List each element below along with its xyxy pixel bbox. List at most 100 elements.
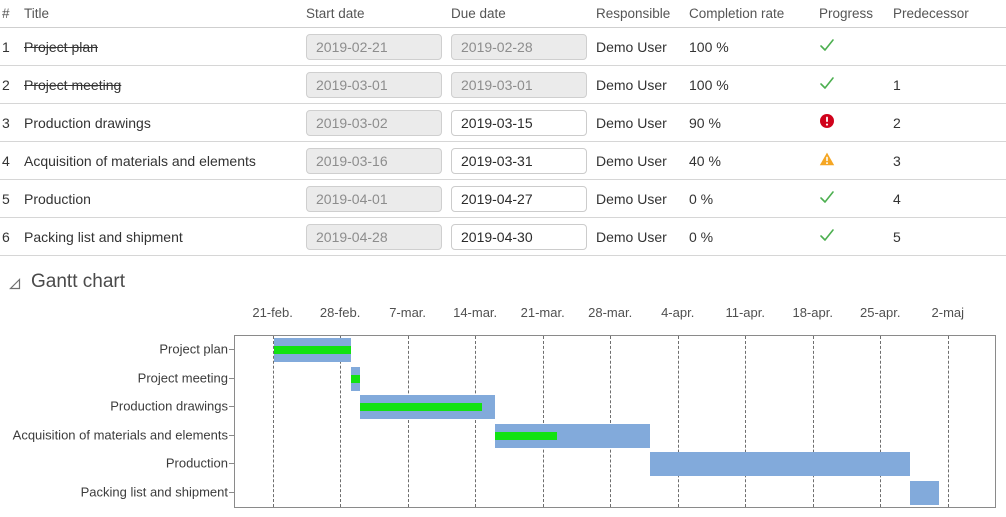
progress-status-cell bbox=[819, 189, 893, 208]
table-row: 1Project plan Demo User 100 % bbox=[0, 28, 1006, 66]
gantt-row-label: Production drawings bbox=[110, 398, 228, 414]
gantt-task-bar[interactable] bbox=[910, 480, 940, 505]
gantt-row-tick bbox=[229, 406, 235, 408]
check-icon bbox=[819, 77, 835, 94]
gantt-task-bar[interactable] bbox=[495, 423, 650, 448]
completion-rate: 100 % bbox=[689, 38, 729, 55]
due-date-cell bbox=[451, 33, 596, 60]
start-date-cell bbox=[306, 185, 451, 212]
row-number: 3 bbox=[2, 114, 10, 131]
gantt-task-bar[interactable] bbox=[273, 338, 351, 363]
table-row: 5Production Demo User 0 % 4 bbox=[0, 180, 1006, 218]
row-number: 4 bbox=[2, 152, 10, 169]
task-title[interactable]: Project meeting bbox=[14, 77, 306, 93]
task-title[interactable]: Packing list and shipment bbox=[14, 229, 306, 245]
check-icon bbox=[819, 39, 835, 56]
responsible-user: Demo User bbox=[596, 114, 667, 131]
table-body: 1Project planDemo User100 %2Project meet… bbox=[0, 28, 1006, 256]
gantt-task-bar[interactable] bbox=[350, 366, 361, 391]
due-date-cell bbox=[451, 147, 596, 174]
gantt-task-bar[interactable] bbox=[649, 452, 911, 477]
gantt-gridline bbox=[407, 336, 409, 507]
progress-status-cell bbox=[819, 113, 893, 132]
gantt-row-label: Packing list and shipment bbox=[80, 484, 228, 500]
gantt-gridline bbox=[475, 336, 477, 507]
gantt-task-progress-bar bbox=[350, 374, 361, 383]
row-number: 5 bbox=[2, 190, 10, 207]
table-row: 6Packing list and shipment Demo User 0 % 5 bbox=[0, 218, 1006, 256]
due-date-input bbox=[451, 71, 587, 98]
due-date-input[interactable] bbox=[451, 185, 587, 212]
axis-tick-label: 2-maj bbox=[931, 305, 965, 320]
progress-status-cell bbox=[819, 151, 893, 170]
gantt-gridline bbox=[745, 336, 747, 507]
gantt-axis-labels: 21-feb. 28-feb. 7-mar. 14-mar. 21-mar. 28-mar… bbox=[0, 305, 1006, 374]
predecessor: 5 bbox=[893, 228, 901, 245]
task-title[interactable]: Production bbox=[14, 191, 306, 207]
gantt-gridline bbox=[947, 336, 949, 507]
check-icon bbox=[819, 229, 835, 246]
column-header-start-date: Start date bbox=[306, 6, 365, 21]
column-header-completion-rate: Completion rate bbox=[689, 6, 785, 21]
column-header-number: # bbox=[2, 6, 10, 21]
triangle-collapse-icon[interactable] bbox=[8, 275, 22, 290]
axis-tick-label: 18-apr. bbox=[792, 305, 833, 320]
task-title[interactable]: Acquisition of materials and elements bbox=[14, 153, 306, 169]
gantt-gridline bbox=[677, 336, 679, 507]
start-date-input bbox=[306, 33, 442, 60]
table-row: 4Acquisition of materials and elements De… bbox=[0, 142, 1006, 180]
start-date-input bbox=[306, 109, 442, 136]
gantt-row-labels: Project plan Project meeting Production dr… bbox=[0, 335, 228, 508]
axis-tick-label: 28-mar. bbox=[588, 305, 633, 320]
table-header-row: # Title Start date Due date Responsible … bbox=[0, 0, 1006, 28]
progress-status-cell bbox=[819, 37, 893, 56]
gantt-row-label: Production bbox=[165, 455, 228, 471]
gantt-row-tick bbox=[229, 377, 235, 379]
column-header-responsible: Responsible bbox=[596, 6, 671, 21]
due-date-input[interactable] bbox=[451, 109, 587, 136]
gantt-section-title: Gantt chart bbox=[31, 271, 125, 292]
completion-rate: 0 % bbox=[689, 228, 714, 245]
axis-tick-label: 11-apr. bbox=[725, 305, 765, 320]
axis-tick-label: 21-feb. bbox=[252, 305, 293, 320]
row-number: 1 bbox=[2, 38, 10, 55]
task-table: # Title Start date Due date Responsible … bbox=[0, 0, 1006, 256]
axis-tick-label: 7-mar. bbox=[389, 305, 427, 320]
alert-icon bbox=[819, 114, 835, 132]
gantt-task-progress-bar bbox=[495, 431, 558, 440]
completion-rate: 40 % bbox=[689, 152, 721, 169]
row-number: 2 bbox=[2, 76, 10, 93]
axis-tick-label: 28-feb. bbox=[319, 305, 361, 320]
table-row: 3Production drawings Demo User 90 % 2 bbox=[0, 104, 1006, 142]
due-date-cell bbox=[451, 109, 596, 136]
completion-rate: 100 % bbox=[689, 76, 729, 93]
completion-rate: 0 % bbox=[689, 190, 714, 207]
progress-status-cell bbox=[819, 227, 893, 246]
warning-icon bbox=[819, 152, 835, 170]
row-number: 6 bbox=[2, 228, 10, 245]
axis-tick-label: 21-mar. bbox=[520, 305, 565, 320]
predecessor: 1 bbox=[893, 76, 901, 93]
due-date-input[interactable] bbox=[451, 147, 587, 174]
task-title[interactable]: Project plan bbox=[14, 39, 306, 55]
check-icon bbox=[819, 191, 835, 208]
gantt-task-progress-bar bbox=[273, 346, 351, 355]
predecessor: 2 bbox=[893, 114, 901, 131]
gantt-row-tick bbox=[229, 491, 235, 493]
gantt-row-tick bbox=[229, 434, 235, 436]
axis-tick-label: 4-apr. bbox=[661, 305, 695, 320]
gantt-section-header[interactable]: Gantt chart bbox=[8, 271, 125, 293]
gantt-plot-area bbox=[234, 335, 996, 508]
gantt-task-bar[interactable] bbox=[360, 395, 496, 420]
gantt-row-label: Project meeting bbox=[137, 370, 228, 386]
responsible-user: Demo User bbox=[596, 152, 667, 169]
progress-status-cell bbox=[819, 75, 893, 94]
start-date-input bbox=[306, 147, 442, 174]
start-date-cell bbox=[306, 71, 451, 98]
due-date-input[interactable] bbox=[451, 223, 587, 250]
responsible-user: Demo User bbox=[596, 38, 667, 55]
gantt-gridline bbox=[610, 336, 612, 507]
start-date-cell bbox=[306, 223, 451, 250]
due-date-cell bbox=[451, 185, 596, 212]
task-title[interactable]: Production drawings bbox=[14, 115, 306, 131]
